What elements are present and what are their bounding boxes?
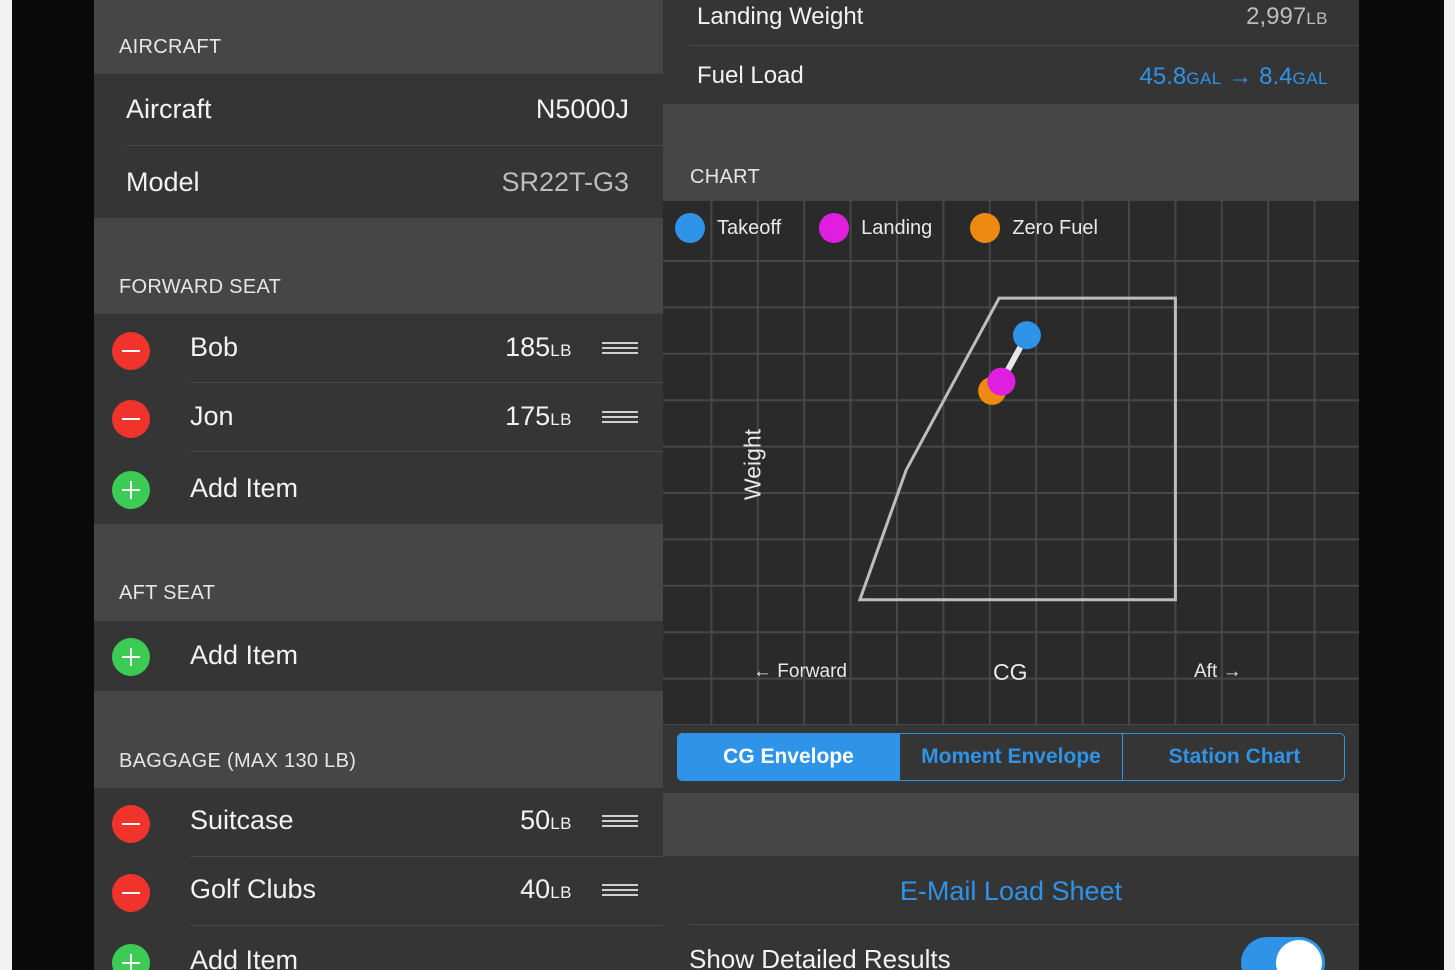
model-label: Model [126,167,200,197]
remove-icon[interactable] [112,874,150,912]
takeoff-point [1012,321,1041,350]
show-detailed-results-row: Show Detailed Results [663,924,1359,970]
segment-station-chart[interactable]: Station Chart [1123,734,1344,780]
landing-point [987,367,1016,396]
item-weight: 175LB [505,401,572,431]
item-weight: 185LB [505,332,572,362]
list-item-suitcase[interactable]: Suitcase 50LB [94,788,663,857]
aircraft-value: N5000J [535,94,629,124]
forward-label: ← Forward [753,661,847,682]
section-header-aft-seat: AFT SEAT [119,582,216,604]
add-item-forward-row[interactable]: Add Item [94,452,663,524]
chart-mode-bar: CG Envelope Moment Envelope Station Char… [663,725,1359,793]
model-row[interactable]: Model SR22T-G3 [94,146,663,218]
fuel-load-value[interactable]: 45.8GAL → 8.4GAL [1140,63,1329,91]
arrow-right-icon: → [1228,63,1253,90]
reorder-handle-icon[interactable] [602,411,638,425]
section-header-baggage: BAGGAGE (MAX 130 LB) [119,750,357,772]
segment-moment-envelope[interactable]: Moment Envelope [900,734,1123,780]
reorder-handle-icon[interactable] [602,342,638,356]
y-axis-label: Weight [739,428,766,501]
chart-legend: Takeoff Landing Zero Fuel [675,213,1136,243]
add-item-baggage-row[interactable]: Add Item [94,926,663,970]
list-item-bob[interactable]: Bob 185LB [94,314,663,383]
item-name: Jon [190,401,234,431]
legend-landing: Landing [819,213,932,243]
remove-icon[interactable] [112,805,150,843]
show-detailed-results-label: Show Detailed Results [689,944,951,970]
remove-icon[interactable] [112,400,150,438]
bezel-right [1359,0,1444,970]
list-item-golf-clubs[interactable]: Golf Clubs 40LB [94,857,663,926]
item-weight: 50LB [520,805,572,835]
reorder-handle-icon[interactable] [602,815,638,829]
add-item-aft-row[interactable]: Add Item [94,621,663,691]
chart-mode-segmented-control: CG Envelope Moment Envelope Station Char… [677,733,1345,781]
detailed-results-toggle[interactable] [1241,937,1325,970]
add-item-label: Add Item [190,945,299,970]
landing-dot-icon [819,213,850,243]
results-panel: Landing Weight 2,997LB Fuel Load 45.8GAL… [663,0,1359,970]
add-icon[interactable] [112,471,150,509]
remove-icon[interactable] [112,332,150,370]
legend-zero-fuel: Zero Fuel [970,213,1098,243]
section-header-aircraft: AIRCRAFT [119,36,222,58]
cg-chart: Takeoff Landing Zero Fuel Weight ← Forwa… [663,201,1359,725]
aircraft-label: Aircraft [126,94,212,124]
bezel-left [12,0,94,970]
item-name: Golf Clubs [190,874,317,904]
item-name: Suitcase [190,805,294,835]
takeoff-dot-icon [675,213,705,243]
model-value: SR22T-G3 [501,167,629,197]
x-axis-label: CG [993,659,1028,685]
zero-fuel-dot-icon [970,213,1001,243]
add-icon[interactable] [112,944,150,970]
load-items-panel: AIRCRAFT Aircraft N5000J Model SR22T-G3 … [94,0,663,970]
landing-weight-value: 2,997LB [1246,3,1328,30]
section-header-forward-seat: FORWARD SEAT [119,276,282,298]
section-header-chart: CHART [690,166,761,188]
fuel-load-row[interactable]: Fuel Load 45.8GAL → 8.4GAL [663,46,1359,104]
list-item-jon[interactable]: Jon 175LB [94,383,663,452]
aircraft-row[interactable]: Aircraft N5000J [94,74,663,146]
item-name: Bob [190,332,239,362]
legend-takeoff: Takeoff [675,213,781,243]
item-weight: 40LB [520,874,572,904]
landing-weight-label: Landing Weight [697,3,864,30]
chart-grid [663,201,1359,725]
add-item-label: Add Item [190,640,299,670]
chart-plot [663,201,1359,725]
reorder-handle-icon[interactable] [602,884,638,898]
segment-cg-envelope[interactable]: CG Envelope [678,734,900,780]
add-icon[interactable] [112,638,150,676]
fuel-load-label: Fuel Load [697,62,804,89]
email-load-sheet-button[interactable]: E-Mail Load Sheet [663,856,1359,924]
aft-label: Aft → [1194,661,1242,682]
landing-weight-row: Landing Weight 2,997LB [663,0,1359,46]
add-item-label: Add Item [190,473,299,503]
